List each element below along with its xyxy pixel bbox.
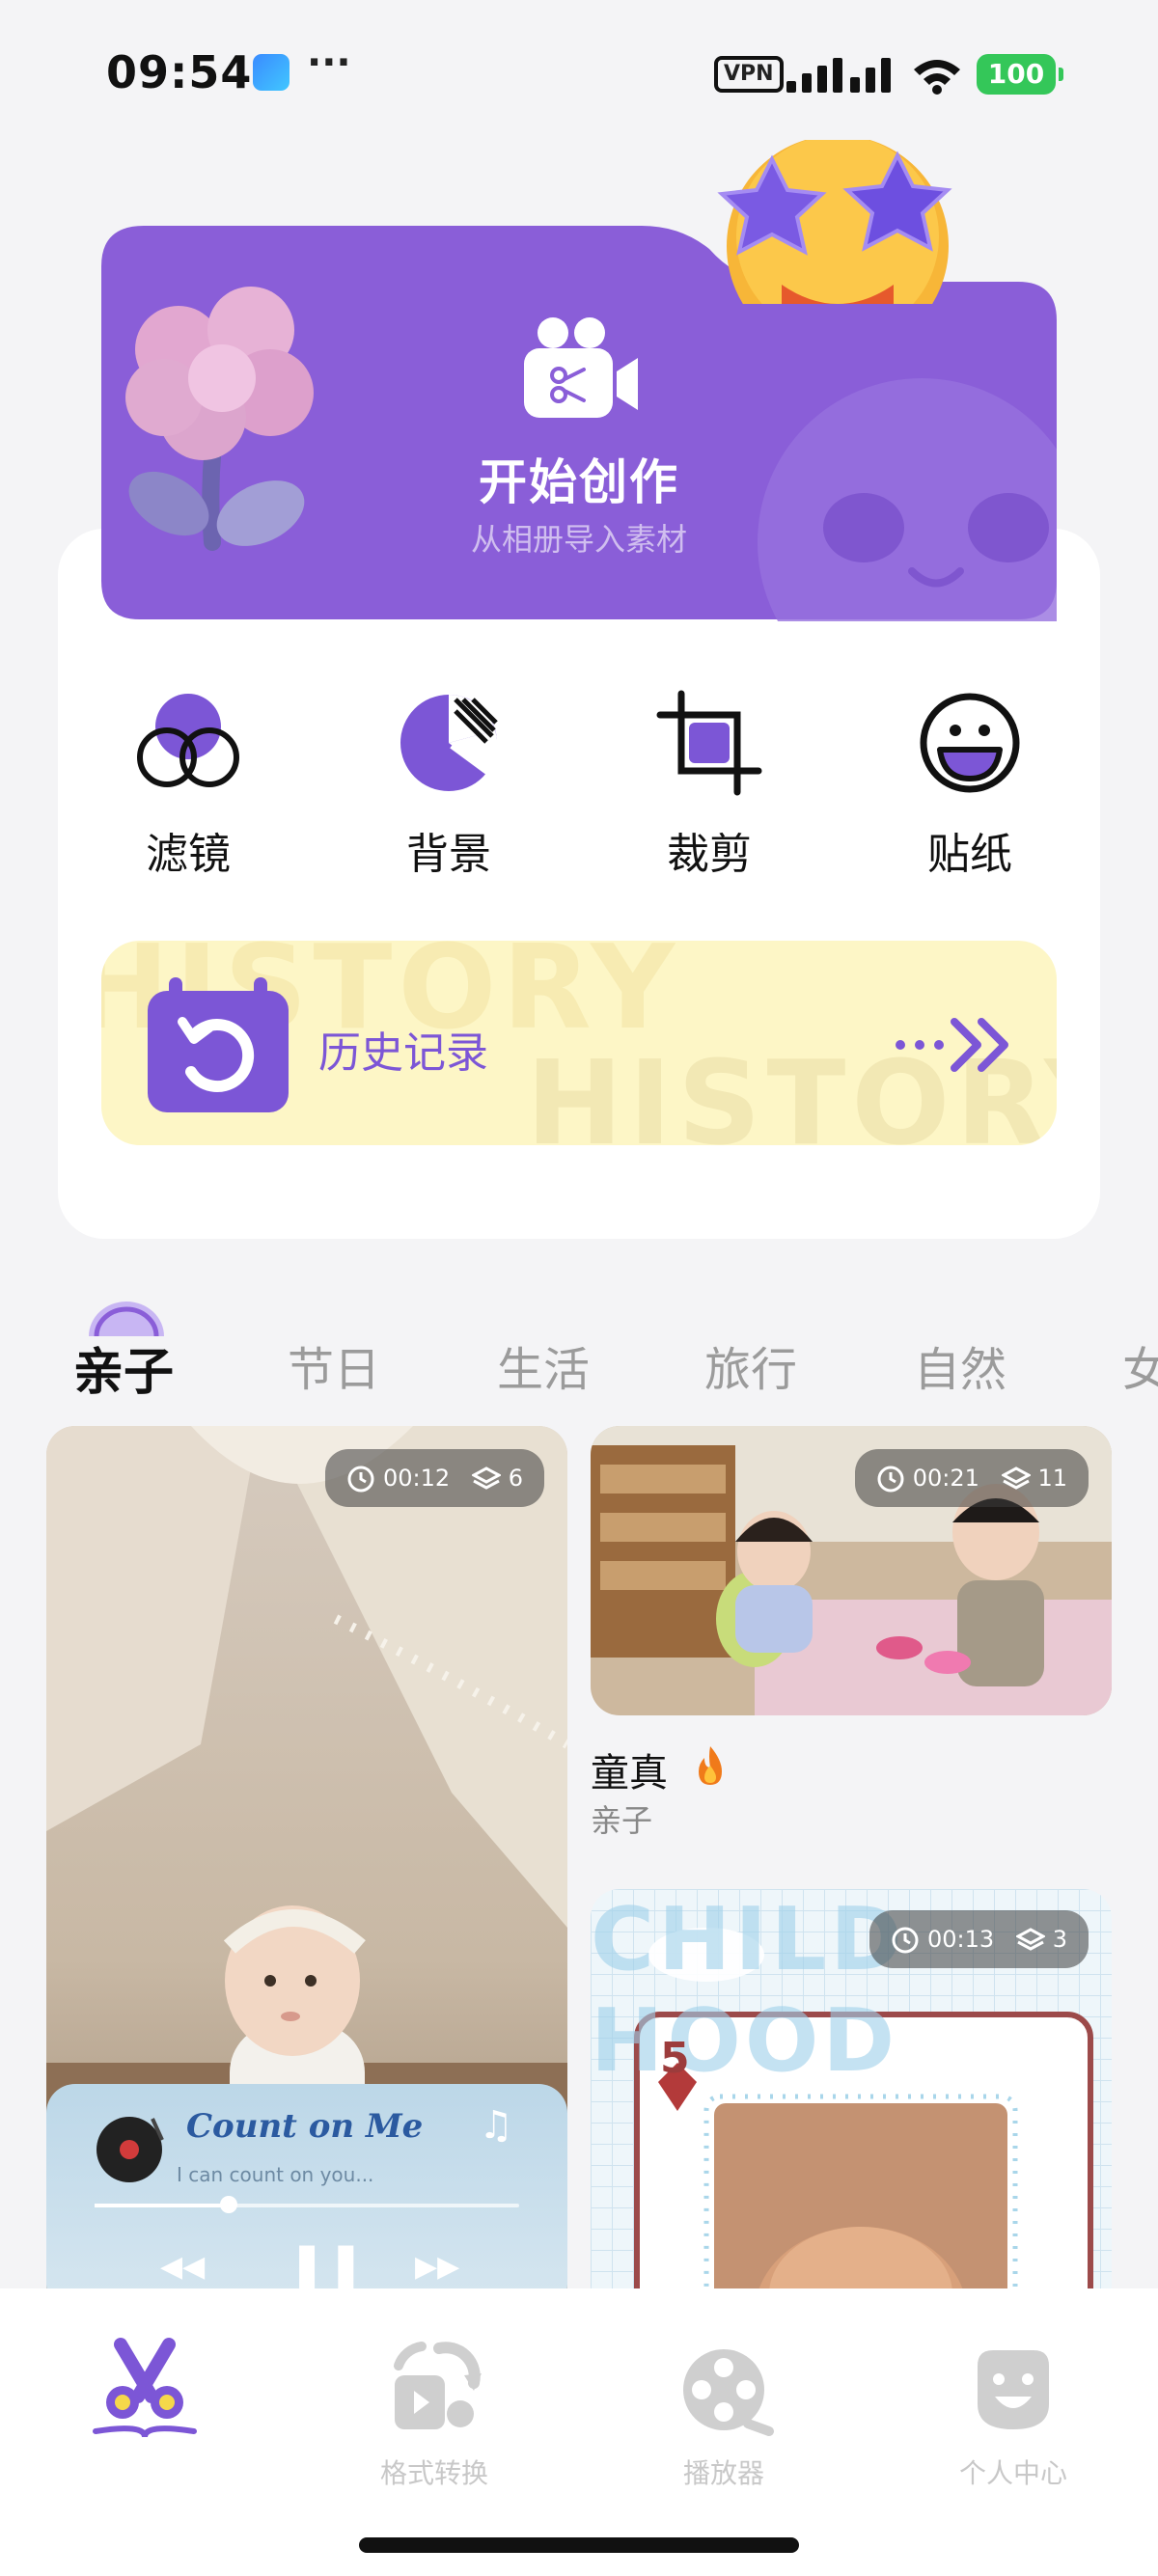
tool-sticker-label: 贴纸 [927, 830, 1012, 879]
clock-icon [347, 1466, 374, 1493]
history-calendar-icon [148, 977, 289, 1112]
crop-icon [656, 690, 762, 796]
video-camera-icon [524, 317, 638, 418]
nav-player[interactable]: 播放器 [608, 2337, 840, 2491]
player-icon [683, 2349, 774, 2436]
more-notifications-icon: ··· [307, 41, 351, 85]
nav-player-label: 播放器 [682, 2457, 764, 2489]
category-tabs: 亲子 节日 生活 旅行 自然 女 [0, 1293, 1158, 1402]
nav-profile-label: 个人中心 [958, 2457, 1067, 2489]
vpn-icon: VPN [714, 56, 784, 93]
app-screen: 09:54 ··· VPN 100 开始创作 从相册导入素材 滤镜 背景 裁剪 … [0, 0, 1158, 2576]
tab-festival[interactable]: 节日 [288, 1331, 380, 1399]
vinyl-record-icon [96, 2117, 164, 2182]
tool-background-label: 背景 [406, 830, 491, 879]
sticker-icon [920, 693, 1020, 793]
duration-badge: 00:12 6 [325, 1449, 544, 1507]
fire-icon [699, 1746, 722, 1785]
nav-profile[interactable]: 个人中心 [897, 2337, 1129, 2491]
layers-icon [1014, 1928, 1047, 1951]
template-card-childhood-2[interactable]: CHILD HOOD 5 00:13 3 [591, 1889, 1112, 2314]
bottom-nav: 格式转换 播放器 个人中心 [0, 2288, 1158, 2576]
duration-value: 00:13 [927, 1926, 995, 1953]
battery-icon: 100 [977, 54, 1063, 95]
history-card[interactable]: HISTORY HISTORY 历史记录 [101, 941, 1057, 1145]
tool-background[interactable]: 背景 [352, 690, 545, 881]
nav-convert[interactable]: 格式转换 [318, 2337, 550, 2491]
tab-parent-child[interactable]: 亲子 [73, 1331, 174, 1404]
signal-icon [786, 58, 891, 93]
template-category: 亲子 [591, 1802, 653, 1839]
scissors-icon [93, 2338, 197, 2438]
template-title: 童真 [591, 1751, 668, 1795]
tool-sticker[interactable]: 贴纸 [873, 690, 1066, 881]
duration-badge: 00:21 11 [855, 1449, 1089, 1507]
clock-icon [877, 1466, 904, 1493]
status-time: 09:54 [106, 46, 253, 98]
music-widget: Count on Me I can count on you... ♫ ◀◀ ❚… [46, 2084, 567, 2314]
rewind-icon[interactable]: ◀◀ [160, 2250, 205, 2284]
tool-filter-label: 滤镜 [146, 830, 231, 879]
tool-filter[interactable]: 滤镜 [92, 690, 285, 881]
music-subtitle: I can count on you... [177, 2163, 374, 2186]
music-title: Count on Me [186, 2107, 424, 2146]
star-eyes-emoji-icon [717, 140, 952, 304]
card-number: 5 [660, 2034, 690, 2083]
layers-value: 11 [1037, 1465, 1067, 1492]
double-chevron-right-icon [896, 1018, 1008, 1072]
profile-icon [978, 2350, 1049, 2429]
layers-icon [470, 1466, 503, 1490]
app-notification-icon [253, 54, 290, 91]
tool-crop-label: 裁剪 [667, 830, 752, 879]
pause-icon[interactable]: ❚❚ [288, 2238, 365, 2292]
history-label: 历史记录 [318, 1028, 488, 1078]
layers-icon [1000, 1466, 1032, 1490]
music-progress-fill [95, 2204, 230, 2207]
nav-create[interactable] [29, 2337, 261, 2453]
home-indicator[interactable] [359, 2537, 799, 2553]
duration-value: 00:12 [383, 1465, 451, 1492]
filter-icon [137, 694, 239, 787]
tool-crop[interactable]: 裁剪 [613, 690, 806, 881]
layers-value: 3 [1052, 1926, 1067, 1953]
background-icon [400, 695, 498, 791]
clock-icon [892, 1927, 919, 1954]
banner-subtitle: 从相册导入素材 [470, 521, 687, 558]
template-card-baby[interactable]: 00:12 6 Count on Me I can count on you..… [46, 1426, 567, 2314]
tab-life[interactable]: 生活 [497, 1331, 590, 1399]
duration-value: 00:21 [912, 1465, 979, 1492]
tab-nature[interactable]: 自然 [914, 1331, 1006, 1399]
banner-title: 开始创作 [479, 454, 679, 510]
music-note-icon: ♫ [479, 2103, 513, 2148]
status-bar: 09:54 ··· VPN 100 [0, 0, 1158, 145]
layers-value: 6 [508, 1465, 523, 1492]
tab-travel[interactable]: 旅行 [704, 1331, 797, 1399]
fast-forward-icon[interactable]: ▶▶ [415, 2250, 459, 2284]
music-progress-thumb[interactable] [220, 2196, 237, 2213]
tab-female[interactable]: 女 [1122, 1331, 1158, 1399]
convert-icon [394, 2342, 482, 2429]
duration-badge: 00:13 3 [869, 1910, 1089, 1968]
tools-row: 滤镜 背景 裁剪 贴纸 [58, 690, 1100, 883]
wifi-icon [914, 60, 960, 95]
template-card-childhood[interactable]: 00:21 11 [591, 1426, 1112, 1715]
nav-convert-label: 格式转换 [379, 2457, 488, 2489]
